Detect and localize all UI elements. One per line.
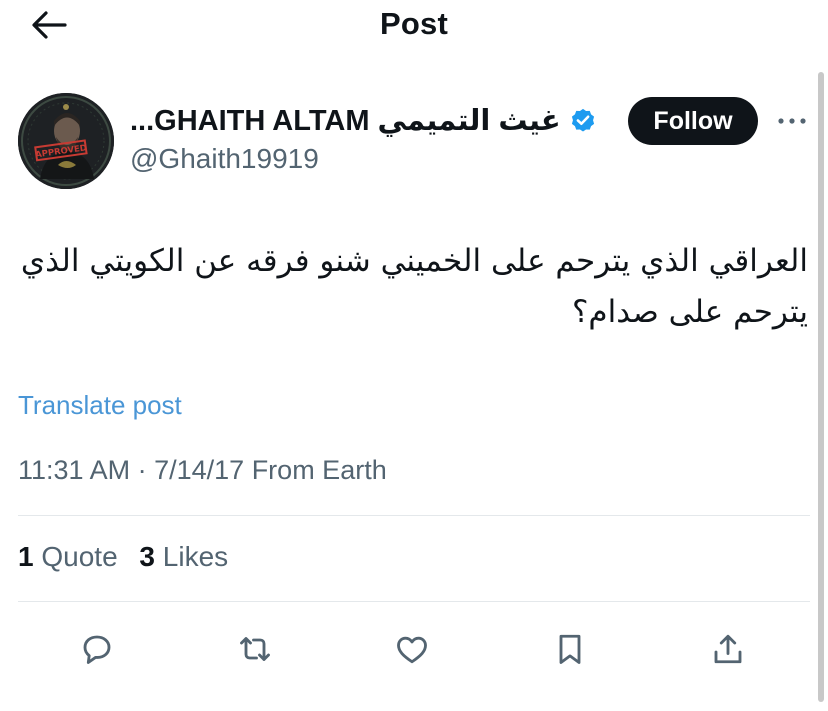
reply-button[interactable] — [75, 627, 119, 671]
bookmark-button[interactable] — [548, 627, 592, 671]
quotes-stat[interactable]: 1 Quote — [18, 541, 118, 572]
post-timestamp[interactable]: 11:31 AM · 7/14/17 From Earth — [18, 455, 387, 486]
author-name-row[interactable]: غيث التميمي GHAITH ALTAM... — [130, 99, 597, 141]
likes-count: 3 — [139, 541, 155, 572]
author-handle[interactable]: @Ghaith19919 — [130, 143, 319, 175]
top-bar: Post — [0, 0, 828, 50]
quotes-count: 1 — [18, 541, 34, 572]
engagement-stats: 1 Quote 3 Likes — [18, 541, 228, 573]
divider — [18, 515, 810, 516]
likes-label: Likes — [162, 541, 229, 572]
share-icon — [714, 634, 742, 664]
more-options-button[interactable] — [772, 104, 812, 138]
follow-button[interactable]: Follow — [628, 97, 758, 145]
post-text: العراقي الذي يترحم على الخميني شنو فرقه … — [20, 243, 808, 330]
likes-stat[interactable]: 3 Likes — [139, 541, 228, 572]
like-button[interactable] — [390, 627, 434, 671]
verified-badge-icon[interactable] — [569, 106, 597, 134]
reply-icon — [83, 635, 111, 664]
author-display-name[interactable]: غيث التميمي GHAITH ALTAM... — [130, 103, 561, 138]
meta-separator: · — [137, 455, 147, 485]
repost-button[interactable] — [233, 627, 277, 671]
repost-icon — [240, 637, 270, 661]
post-time[interactable]: 11:31 AM — [18, 455, 130, 485]
more-horizontal-icon — [778, 118, 806, 124]
divider — [18, 601, 810, 602]
avatar-image: APPROVED — [18, 93, 114, 189]
share-button[interactable] — [706, 627, 750, 671]
avatar[interactable]: APPROVED — [18, 93, 114, 189]
bookmark-icon — [559, 634, 581, 664]
scrollbar[interactable] — [818, 72, 824, 702]
like-icon — [397, 636, 427, 664]
translate-post-link[interactable]: Translate post — [18, 390, 182, 421]
quotes-label: Quote — [41, 541, 118, 572]
page-title: Post — [380, 6, 448, 41]
post-date-source[interactable]: 7/14/17 From Earth — [154, 455, 387, 485]
